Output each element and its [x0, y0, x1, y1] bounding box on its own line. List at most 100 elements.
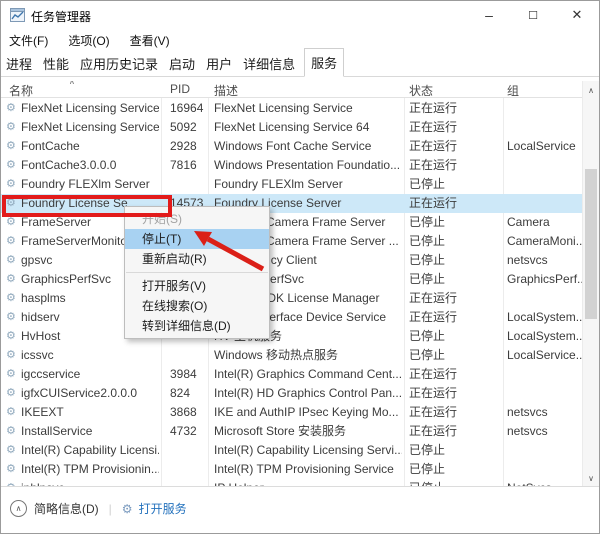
table-row[interactable]: ⚙icssvcWindows 移动热点服务已停止LocalService...: [1, 346, 584, 365]
maximize-button[interactable]: ☐: [511, 1, 555, 29]
cell-pid: 3984: [170, 365, 206, 384]
services-table: ∧ 名称 PID 描述 状态 组 ⚙FlexNet Licensing Serv…: [1, 81, 584, 488]
table-row[interactable]: ⚙igccservice3984Intel(R) Graphics Comman…: [1, 365, 584, 384]
cell-status: 正在运行: [409, 137, 501, 156]
cell-group: CameraMoni...: [507, 232, 583, 251]
scroll-up-icon[interactable]: ∧: [583, 83, 599, 98]
tab-performance[interactable]: 性能: [41, 50, 71, 76]
menu-bar: 文件(F) 选项(O) 查看(V): [1, 29, 599, 52]
cell-status: 已停止: [409, 213, 501, 232]
table-row[interactable]: ⚙ InstallService 4732 Microsoft Store 安装服务正…: [1, 422, 584, 441]
scroll-down-icon[interactable]: ∨: [583, 471, 599, 486]
cell-name: InstallService: [21, 422, 159, 441]
menu-item[interactable]: 停止(T): [125, 229, 269, 249]
cell-group: LocalService: [507, 137, 583, 156]
context-menu: 开始(S)停止(T)重新启动(R)打开服务(V)在线搜索(O)转到详细信息(D): [124, 206, 270, 339]
cell-description: Intel(R) HD Graphics Control Pan...: [214, 384, 402, 403]
menu-item[interactable]: 在线搜索(O): [125, 296, 269, 316]
cell-description: FlexNet Licensing Service 64: [214, 118, 402, 137]
service-gear-icon: ⚙: [6, 232, 16, 251]
header-status[interactable]: 状态: [409, 82, 433, 99]
cell-pid: 7816: [170, 156, 206, 175]
header-pid[interactable]: PID: [170, 82, 190, 96]
title-bar: 任务管理器 – ☐ ✕: [1, 1, 599, 29]
table-row[interactable]: ⚙hidservHuman Interface Device Service正在…: [1, 308, 584, 327]
cell-status: 已停止: [409, 441, 501, 460]
scrollbar-thumb[interactable]: [585, 169, 597, 319]
table-row[interactable]: ⚙FontCache2928Windows Font Cache Service…: [1, 137, 584, 156]
table-row[interactable]: ⚙FrameServerWindows Camera Frame Server已…: [1, 213, 584, 232]
cell-status: 已停止: [409, 346, 501, 365]
cell-status: 正在运行: [409, 403, 501, 422]
table-row[interactable]: ⚙gpsvcGroup Policy Client已停止netsvcs: [1, 251, 584, 270]
service-gear-icon: ⚙: [6, 441, 16, 460]
cell-description: Windows Font Cache Service: [214, 137, 402, 156]
cell-description: Foundry FLEXlm Server: [214, 175, 402, 194]
service-gear-icon: ⚙: [6, 213, 16, 232]
menu-item[interactable]: 打开服务(V): [125, 276, 269, 296]
cell-name: igccservice: [21, 365, 159, 384]
cell-name: FontCache3.0.0.0: [21, 156, 159, 175]
status-bar: ∧ 简略信息(D) | ⚙ 打开服务: [1, 486, 599, 533]
table-row[interactable]: ⚙igfxCUIService2.0.0.0824Intel(R) HD Gra…: [1, 384, 584, 403]
cell-description: Intel(R) Graphics Command Cent...: [214, 365, 402, 384]
table-row[interactable]: ⚙Intel(R) Capability Licensi...Intel(R) …: [1, 441, 584, 460]
table-row[interactable]: ⚙IKEEXT3868IKE and AuthIP IPsec Keying M…: [1, 403, 584, 422]
vertical-scrollbar[interactable]: ∧ ∨: [582, 81, 599, 488]
table-body: ⚙FlexNet Licensing Service16964FlexNet L…: [1, 99, 584, 488]
minimize-button[interactable]: –: [467, 1, 511, 29]
table-row[interactable]: ⚙Foundry FLEXlm ServerFoundry FLEXlm Ser…: [1, 175, 584, 194]
table-row[interactable]: ⚙Foundry License Se14573Foundry License …: [1, 194, 584, 213]
table-row[interactable]: ⚙Intel(R) TPM Provisionin...Intel(R) TPM…: [1, 460, 584, 479]
tab-app-history[interactable]: 应用历史记录: [78, 50, 160, 76]
cell-pid: 4732: [170, 422, 206, 441]
cell-name: igfxCUIService2.0.0.0: [21, 384, 159, 403]
cell-description: Intel(R) TPM Provisioning Service: [214, 460, 402, 479]
menu-separator: [126, 272, 268, 273]
cell-status: 已停止: [409, 232, 501, 251]
cell-status: 正在运行: [409, 99, 501, 118]
service-gear-icon: ⚙: [6, 118, 16, 137]
cell-description: Microsoft Store 安装服务: [214, 422, 402, 441]
tab-details[interactable]: 详细信息: [241, 50, 297, 76]
cell-status: 正在运行: [409, 118, 501, 137]
menu-item[interactable]: 重新启动(R): [125, 249, 269, 269]
service-gear-icon: ⚙: [6, 175, 16, 194]
detail-toggle-label[interactable]: 简略信息(D): [34, 500, 99, 517]
service-gear-icon: ⚙: [6, 308, 16, 327]
tab-users[interactable]: 用户: [204, 50, 234, 76]
tab-services[interactable]: 服务: [304, 48, 344, 77]
header-name[interactable]: 名称: [9, 82, 33, 99]
close-button[interactable]: ✕: [555, 1, 599, 29]
menu-options[interactable]: 选项(O): [68, 32, 109, 49]
cell-name: FontCache: [21, 137, 159, 156]
cell-name: icssvc: [21, 346, 159, 365]
cell-pid: 5092: [170, 118, 206, 137]
tab-startup[interactable]: 启动: [167, 50, 197, 76]
menu-view[interactable]: 查看(V): [130, 32, 170, 49]
menu-file[interactable]: 文件(F): [9, 32, 48, 49]
table-row[interactable]: ⚙HvHostHV 主机服务已停止LocalSystem...: [1, 327, 584, 346]
cell-description: Windows Presentation Foundatio...: [214, 156, 402, 175]
table-row[interactable]: ⚙FontCache3.0.0.07816Windows Presentatio…: [1, 156, 584, 175]
cell-group: netsvcs: [507, 403, 583, 422]
cell-status: 正在运行: [409, 308, 501, 327]
tab-processes[interactable]: 进程: [4, 50, 34, 76]
table-row[interactable]: ⚙hasplmsSentinel LDK License Manager正在运行: [1, 289, 584, 308]
header-description[interactable]: 描述: [214, 82, 238, 99]
cell-status: 正在运行: [409, 156, 501, 175]
table-row[interactable]: ⚙FlexNet Licensing Service...5092FlexNet…: [1, 118, 584, 137]
cell-group: LocalService...: [507, 346, 583, 365]
cell-status: 正在运行: [409, 422, 501, 441]
service-gear-icon: ⚙: [6, 422, 16, 441]
cell-status: 正在运行: [409, 365, 501, 384]
collapse-chevron-icon[interactable]: ∧: [10, 500, 27, 517]
table-row[interactable]: ⚙FlexNet Licensing Service16964FlexNet L…: [1, 99, 584, 118]
table-row[interactable]: ⚙FrameServerMonitorWindows Camera Frame …: [1, 232, 584, 251]
table-row[interactable]: ⚙GraphicsPerfSvcGraphicsPerfSvc已停止Graphi…: [1, 270, 584, 289]
open-services-button[interactable]: ⚙ 打开服务: [122, 500, 187, 517]
menu-item[interactable]: 转到详细信息(D): [125, 316, 269, 336]
cell-status: 已停止: [409, 327, 501, 346]
header-group[interactable]: 组: [507, 82, 519, 99]
cell-description: Windows 移动热点服务: [214, 346, 402, 365]
